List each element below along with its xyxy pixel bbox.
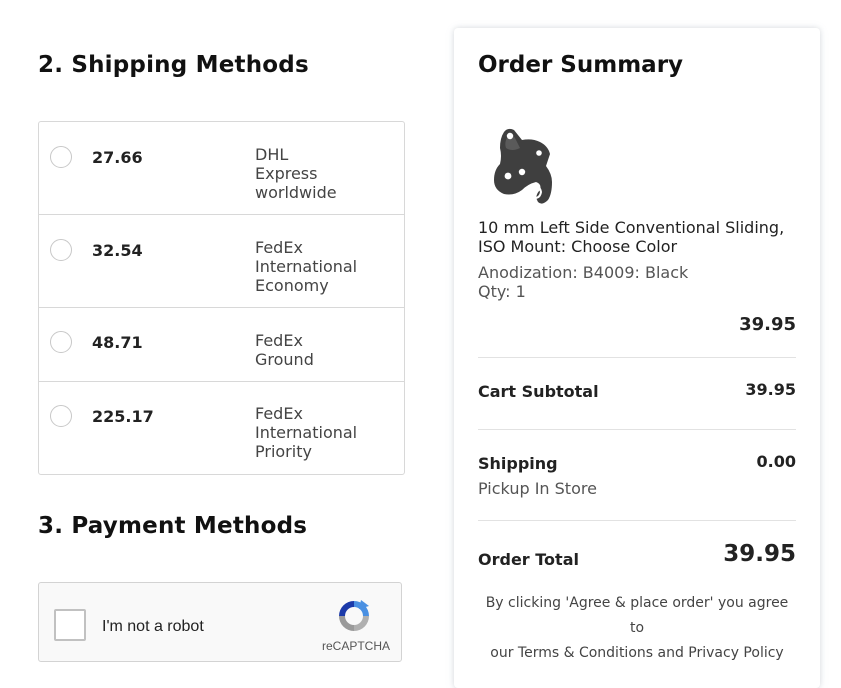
shipping-methods-heading: 2. Shipping Methods [38,52,309,78]
shipping-option-price: 225.17 [92,407,154,426]
terms-notice: By clicking 'Agree & place order' you ag… [478,591,796,666]
carrier-line: Priority [255,442,312,461]
recaptcha-widget: I'm not a robot reCAPTCHA [38,582,402,662]
divider [478,357,796,358]
carrier-line: Economy [255,276,329,295]
shipping-option-price: 32.54 [92,241,143,260]
product-line-price: 39.95 [739,314,796,335]
recaptcha-brand: reCAPTCHA [322,639,391,653]
order-total-value: 39.95 [723,541,796,567]
recaptcha-logo-icon [339,600,369,631]
carrier-line: FedEx [255,331,303,350]
recaptcha-label: I'm not a robot [102,618,204,635]
shipping-option-dhl-express[interactable]: 27.66 DHL Express worldwide [39,122,404,215]
shipping-option-carrier: FedEx International Economy [255,238,395,295]
shipping-option-fedex-international-economy[interactable]: 32.54 FedEx International Economy [39,215,404,308]
shipping-option-radio[interactable] [50,239,72,261]
recaptcha-checkbox[interactable] [54,609,86,641]
order-total-label: Order Total [478,550,579,569]
shipping-option-carrier: FedEx International Priority [255,404,395,461]
product-name: 10 mm Left Side Conventional Sliding, IS… [478,218,785,256]
shipping-option-fedex-ground[interactable]: 48.71 FedEx Ground [39,308,404,382]
product-image [494,128,552,204]
payment-methods-heading: 3. Payment Methods [38,513,308,539]
shipping-label: Shipping [478,454,558,473]
carrier-line: worldwide [255,183,337,202]
shipping-option-price: 48.71 [92,333,143,352]
divider [478,429,796,430]
carrier-line: FedEx [255,238,303,257]
shipping-option-radio[interactable] [50,146,72,168]
product-quantity: Qty: 1 [478,282,526,301]
cart-subtotal-label: Cart Subtotal [478,382,599,401]
product-variant: Anodization: B4009: Black [478,263,689,282]
carrier-line: International [255,257,358,276]
shipping-method-text: Pickup In Store [478,479,597,498]
shipping-option-carrier: FedEx Ground [255,331,395,369]
cart-subtotal-value: 39.95 [745,380,796,399]
terms-line: By clicking 'Agree & place order' you ag… [485,595,789,636]
shipping-value: 0.00 [756,452,796,471]
order-summary-title: Order Summary [478,52,684,78]
terms-line: our Terms & Conditions and Privacy Polic… [490,645,784,661]
divider [478,520,796,521]
order-summary-panel: Order Summary 10 mm Left Side Convention… [454,28,820,688]
carrier-line: FedEx [255,404,303,423]
shipping-options-list: 27.66 DHL Express worldwide 32.54 FedEx … [38,121,405,475]
shipping-option-carrier: DHL Express worldwide [255,145,395,202]
shipping-option-radio[interactable] [50,405,72,427]
carrier-line: Express [255,164,318,183]
carrier-line: International [255,423,358,442]
carrier-line: Ground [255,350,314,369]
shipping-option-radio[interactable] [50,331,72,353]
shipping-option-fedex-international-priority[interactable]: 225.17 FedEx International Priority [39,382,404,474]
shipping-option-price: 27.66 [92,148,143,167]
carrier-line: DHL [255,145,289,164]
